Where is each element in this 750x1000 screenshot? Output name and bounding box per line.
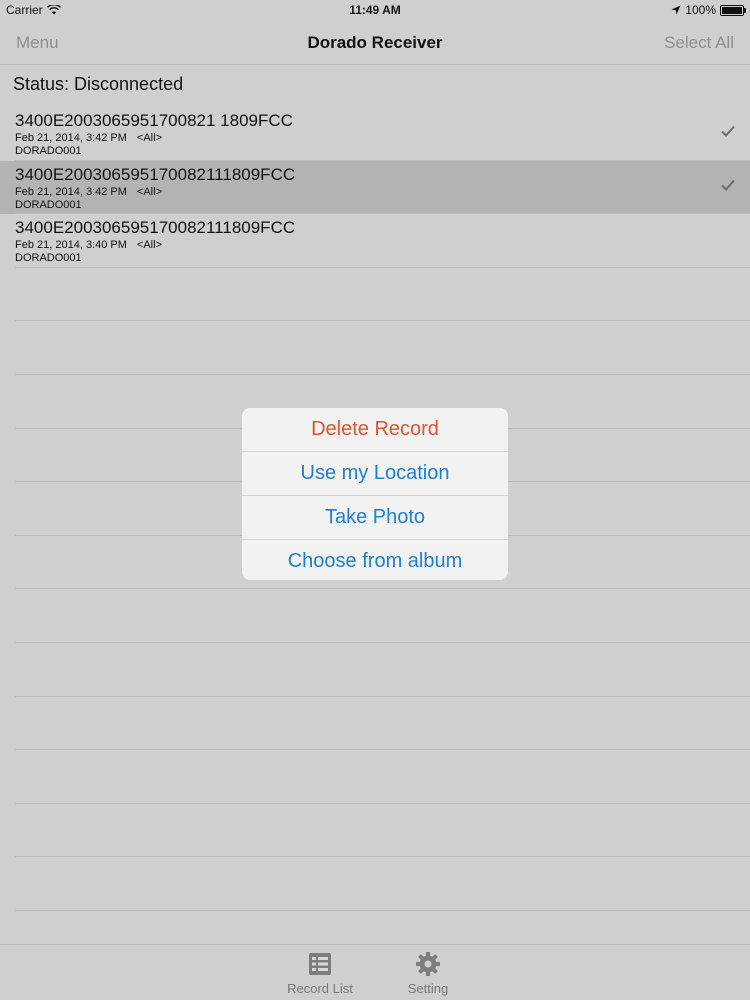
record-id: 3400E200306595170082111809FCC: [15, 218, 296, 238]
empty-row: [0, 643, 750, 697]
empty-row: [0, 589, 750, 643]
status-bar: Carrier 11:49 AM 100%: [0, 0, 750, 20]
checkmark-icon: [721, 125, 735, 137]
action-sheet: Delete Record Use my Location Take Photo…: [242, 408, 508, 580]
empty-row: [0, 750, 750, 804]
empty-row: [0, 857, 750, 911]
record-scope: <All>: [136, 132, 162, 144]
checkmark-icon: [721, 179, 735, 191]
tab-record-list[interactable]: Record List: [275, 951, 365, 996]
record-device: DORADO001: [15, 145, 82, 157]
tab-bar: Record List Setting: [0, 944, 750, 1000]
location-arrow-icon: [671, 5, 681, 15]
tab-setting[interactable]: Setting: [383, 951, 473, 996]
record-id: 3400E2003065951700821 1809FCC: [15, 111, 293, 130]
clock: 11:49 AM: [349, 3, 401, 17]
record-date: Feb 21, 2014, 3:40 PM: [15, 239, 127, 252]
record-list-icon: [309, 953, 331, 975]
empty-row: [0, 321, 750, 375]
record-meta: Feb 21, 2014, 3:40 PM <All>: [15, 239, 162, 251]
status-right: 100%: [671, 3, 746, 17]
tab-record-list-label: Record List: [287, 981, 353, 996]
empty-row: [0, 804, 750, 858]
record-device: DORADO001: [15, 198, 82, 211]
record-id: 3400E200306595170082111809FCC: [15, 164, 296, 184]
record-scope: <All>: [136, 239, 162, 252]
record-row[interactable]: 3400E2003065951700821 1809FCC Feb 21, 20…: [0, 107, 750, 161]
select-all-button[interactable]: Select All: [664, 33, 734, 53]
empty-row: [0, 268, 750, 322]
battery-icon: [720, 4, 746, 16]
battery-percent: 100%: [685, 3, 716, 17]
delete-record-button[interactable]: Delete Record: [242, 408, 508, 452]
record-meta: Feb 21, 2014, 3:42 PM <All>: [15, 186, 162, 198]
gear-icon: [416, 952, 440, 976]
navigation-bar: Menu Dorado Receiver Select All: [0, 20, 750, 65]
record-date: Feb 21, 2014, 3:42 PM: [15, 132, 127, 144]
record-meta: Feb 21, 2014, 3:42 PM <All>: [15, 132, 162, 144]
page-title: Dorado Receiver: [307, 33, 443, 52]
use-location-button[interactable]: Use my Location: [242, 452, 508, 496]
record-device: DORADO001: [15, 252, 82, 265]
record-scope: <All>: [136, 185, 162, 198]
take-photo-button[interactable]: Take Photo: [242, 496, 508, 540]
record-date: Feb 21, 2014, 3:42 PM: [15, 185, 127, 198]
choose-album-button[interactable]: Choose from album: [242, 540, 508, 580]
record-row[interactable]: 3400E200306595170082111809FCC Feb 21, 20…: [0, 214, 750, 268]
empty-row: [0, 697, 750, 751]
connection-status: Status: Disconnected: [13, 74, 184, 94]
tab-setting-label: Setting: [407, 981, 449, 996]
record-row-selected[interactable]: 3400E200306595170082111809FCC Feb 21, 20…: [0, 160, 750, 215]
